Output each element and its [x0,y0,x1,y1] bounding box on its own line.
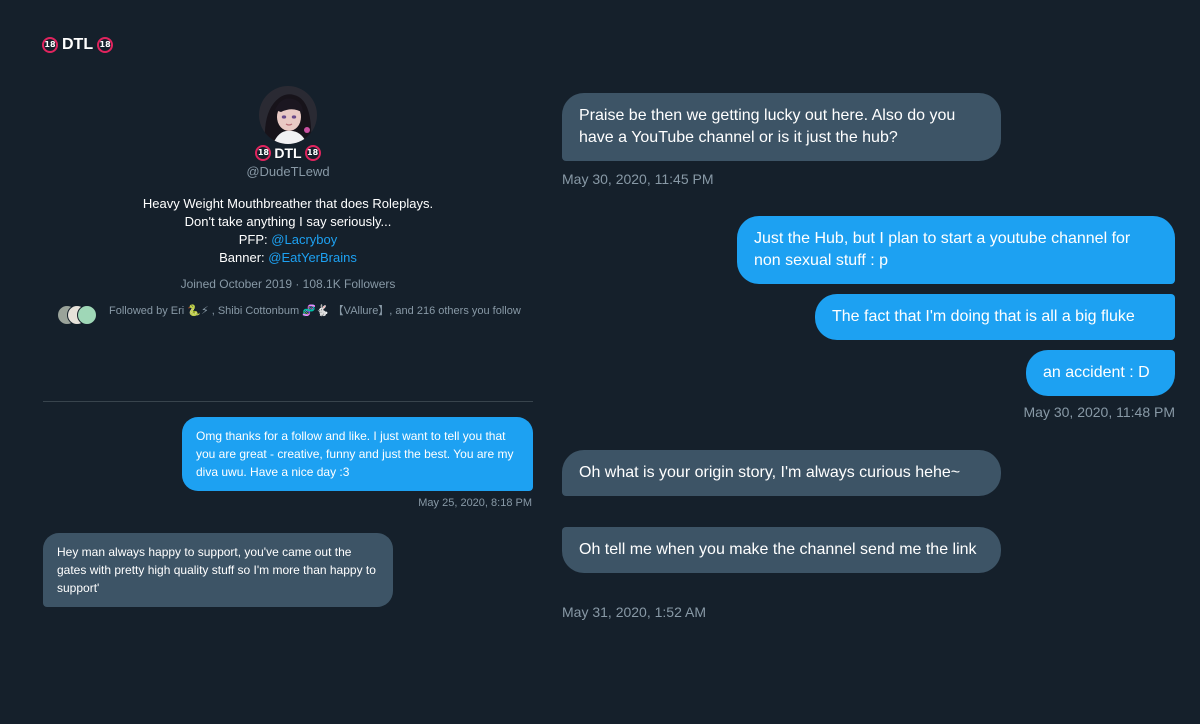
received-message[interactable]: Oh tell me when you make the channel sen… [562,527,1001,573]
profile-handle[interactable]: @DudeTLewd [43,164,533,179]
bio-banner-label: Banner: [219,250,269,265]
message-timestamp: May 30, 2020, 11:48 PM [1023,404,1176,420]
follower-avatars [57,305,99,325]
profile-bio: Heavy Weight Mouthbreather that does Rol… [43,195,533,267]
follower-avatar [77,305,97,325]
divider [43,401,533,402]
bio-banner-credit: Banner: @EatYerBrains [43,249,533,267]
profile-display-name[interactable]: DTL [274,145,301,161]
received-message[interactable]: Praise be then we getting lucky out here… [562,93,1001,161]
adult-badge-icon: 18 [304,145,321,161]
message-timestamp: May 30, 2020, 11:45 PM [562,171,714,187]
adult-badge-icon: 18 [97,37,114,53]
message-timestamp: May 31, 2020, 1:52 AM [562,604,706,620]
received-message[interactable]: Hey man always happy to support, you've … [43,533,393,607]
sent-message[interactable]: Omg thanks for a follow and like. I just… [182,417,533,491]
pfp-credit-link[interactable]: @Lacryboy [271,232,337,247]
bio-line: Heavy Weight Mouthbreather that does Rol… [142,196,434,211]
sent-message[interactable]: The fact that I'm doing that is all a bi… [815,294,1175,340]
message-timestamp: May 25, 2020, 8:18 PM [418,497,532,509]
followed-by-text: Followed by Eri 🐍⚡ , Shibi Cottonbum 🧬🐇 … [109,305,521,317]
profile-joined-followers: Joined October 2019 · 108.1K Followers [180,277,396,291]
avatar[interactable] [259,86,317,144]
followed-by[interactable]: Followed by Eri 🐍⚡ , Shibi Cottonbum 🧬🐇 … [57,304,529,325]
sent-message[interactable]: an accident : D [1026,350,1175,396]
bio-line: Don't take anything I say seriously... [184,214,392,229]
received-message[interactable]: Oh what is your origin story, I'm always… [562,450,1001,496]
banner-credit-link[interactable]: @EatYerBrains [268,250,357,265]
adult-badge-icon: 18 [42,37,58,53]
adult-badge-icon: 18 [255,145,272,161]
profile-name: 18 DTL 18 [43,145,533,161]
conversation-header: 18 DTL 18 [42,36,114,54]
header-username[interactable]: DTL [62,36,93,54]
avatar-illustration [259,86,317,144]
bio-pfp-credit: PFP: @Lacryboy [43,231,533,249]
bio-pfp-label: PFP: [238,232,272,247]
sent-message[interactable]: Just the Hub, but I plan to start a yout… [737,216,1175,284]
